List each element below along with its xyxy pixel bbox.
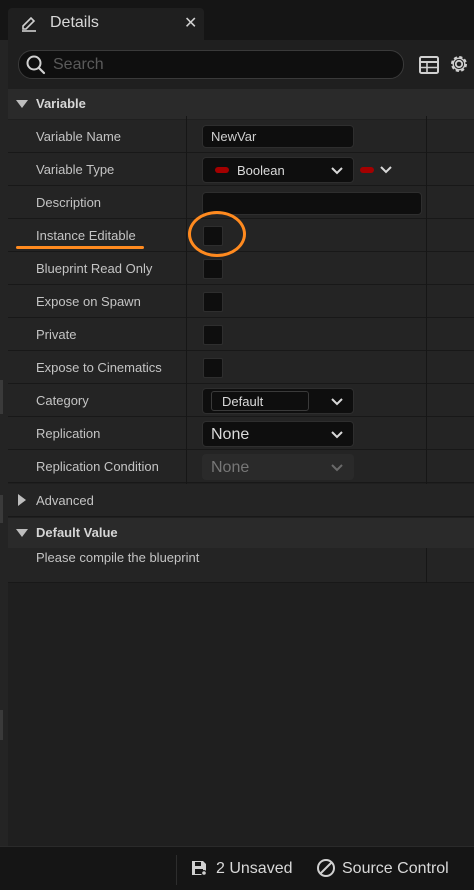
replication-value: None xyxy=(211,426,250,443)
collapse-arrow-icon xyxy=(16,100,28,108)
row-label: Expose to Cinematics xyxy=(36,360,162,375)
row-label: Blueprint Read Only xyxy=(36,261,153,276)
category-dropdown[interactable]: Default xyxy=(202,388,354,414)
source-control-label: Source Control xyxy=(342,860,449,877)
chevron-down-icon xyxy=(331,167,343,175)
section-label: Advanced xyxy=(36,493,94,508)
replication-condition-value: None xyxy=(211,459,250,476)
save-icon xyxy=(192,861,207,876)
variable-type-value: Boolean xyxy=(237,163,285,178)
row-private: Private xyxy=(8,318,474,351)
table-view-icon[interactable] xyxy=(418,54,440,76)
container-type-dropdown[interactable] xyxy=(358,160,398,180)
details-tab[interactable]: Details ✕ xyxy=(8,8,204,40)
section-variable[interactable]: Variable xyxy=(8,89,474,119)
left-gutter xyxy=(0,40,8,846)
variable-name-field[interactable]: NewVar xyxy=(202,125,354,148)
chevron-down-icon xyxy=(380,166,392,174)
pencil-icon xyxy=(22,16,36,32)
variable-name-value: NewVar xyxy=(211,129,257,144)
category-value: Default xyxy=(222,394,264,409)
column-divider-right xyxy=(426,548,427,583)
category-textbox[interactable]: Default xyxy=(211,391,309,411)
row-label: Replication xyxy=(36,426,101,441)
column-divider[interactable] xyxy=(186,116,187,516)
disabled-icon xyxy=(317,859,335,877)
section-advanced[interactable]: Advanced xyxy=(8,484,474,517)
section-label: Default Value xyxy=(36,525,118,540)
chevron-down-icon xyxy=(331,464,343,472)
status-bar: 2 Unsaved Source Control xyxy=(0,846,474,890)
compile-message: Please compile the blueprint xyxy=(36,550,200,565)
replication-dropdown[interactable]: None xyxy=(202,421,354,447)
private-checkbox[interactable] xyxy=(203,325,223,345)
row-label: Variable Type xyxy=(36,162,115,177)
gear-icon[interactable] xyxy=(448,53,470,75)
row-label: Replication Condition xyxy=(36,459,159,474)
row-label: Variable Name xyxy=(36,129,122,144)
search-bar[interactable] xyxy=(18,50,404,79)
section-default-value[interactable]: Default Value xyxy=(8,518,474,548)
expose-to-cinematics-checkbox[interactable] xyxy=(203,358,223,378)
description-field[interactable] xyxy=(202,192,422,215)
chevron-down-icon xyxy=(331,431,343,439)
row-label: Description xyxy=(36,195,102,210)
row-label: Expose on Spawn xyxy=(36,294,141,309)
instance-editable-checkbox[interactable] xyxy=(203,226,223,246)
row-expose-on-spawn: Expose on Spawn xyxy=(8,285,474,318)
variable-type-dropdown[interactable]: Boolean xyxy=(202,157,354,183)
row-expose-to-cinematics: Expose to Cinematics xyxy=(8,351,474,384)
expand-arrow-icon xyxy=(18,494,26,506)
unsaved-label: 2 Unsaved xyxy=(216,860,293,877)
replication-condition-dropdown: None xyxy=(202,454,354,480)
section-label: Variable xyxy=(36,96,86,111)
blueprint-read-only-checkbox[interactable] xyxy=(203,259,223,279)
boolean-pin-icon xyxy=(360,167,374,173)
tab-title: Details xyxy=(50,14,99,31)
search-icon xyxy=(26,55,46,75)
collapse-arrow-icon xyxy=(16,529,28,537)
close-icon[interactable]: ✕ xyxy=(184,13,197,33)
row-instance-editable: Instance Editable xyxy=(8,219,474,252)
chevron-down-icon xyxy=(331,398,343,406)
boolean-pin-icon xyxy=(215,167,229,173)
column-divider-right xyxy=(426,116,427,516)
row-label: Category xyxy=(36,393,89,408)
row-label: Instance Editable xyxy=(36,228,136,243)
tab-strip: Details ✕ xyxy=(0,0,474,40)
status-divider xyxy=(176,855,177,885)
row-label: Private xyxy=(36,327,77,342)
row-blueprint-read-only: Blueprint Read Only xyxy=(8,252,474,285)
search-input[interactable] xyxy=(53,53,393,77)
expose-on-spawn-checkbox[interactable] xyxy=(203,292,223,312)
